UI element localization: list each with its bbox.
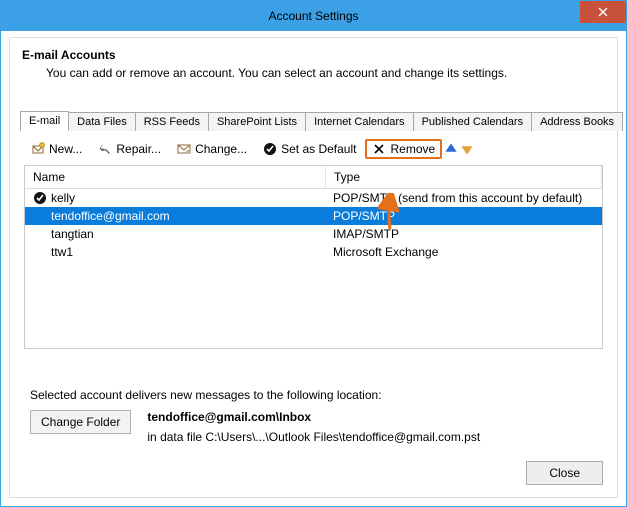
close-icon (598, 7, 608, 17)
remove-button[interactable]: Remove (365, 139, 442, 159)
repair-icon (98, 142, 112, 156)
window-title: Account Settings (268, 9, 358, 23)
column-type[interactable]: Type (326, 166, 602, 188)
section-title: E-mail Accounts (22, 48, 605, 62)
new-button[interactable]: New... (24, 139, 89, 159)
remove-label: Remove (390, 142, 435, 156)
toolbar: New... Repair... Change... Set as Defaul… (20, 131, 607, 165)
account-name: ttw1 (51, 245, 73, 259)
remove-icon (372, 142, 386, 156)
delivery-intro: Selected account delivers new messages t… (30, 388, 597, 402)
new-icon (31, 142, 45, 156)
table-row[interactable]: tendoffice@gmail.com POP/SMTP (25, 207, 602, 225)
set-default-label: Set as Default (281, 142, 356, 156)
tab-address-books[interactable]: Address Books (531, 112, 623, 131)
tab-sharepoint-lists[interactable]: SharePoint Lists (208, 112, 306, 131)
table-row[interactable]: kelly POP/SMTP (send from this account b… (25, 189, 602, 207)
titlebar: Account Settings (1, 1, 626, 31)
tab-internet-calendars[interactable]: Internet Calendars (305, 112, 414, 131)
table-row[interactable]: ttw1 Microsoft Exchange (25, 243, 602, 261)
repair-button[interactable]: Repair... (91, 139, 168, 159)
account-type: POP/SMTP (send from this account by defa… (325, 190, 602, 206)
delivery-path: tendoffice@gmail.com\Inbox (147, 410, 480, 424)
window-close-button[interactable] (580, 1, 626, 23)
account-name: kelly (51, 191, 75, 205)
close-button[interactable]: Close (526, 461, 603, 485)
tab-data-files[interactable]: Data Files (68, 112, 136, 131)
new-label: New... (49, 142, 82, 156)
account-settings-window: Account Settings E-mail Accounts You can… (0, 0, 627, 507)
change-label: Change... (195, 142, 247, 156)
set-default-button[interactable]: Set as Default (256, 139, 363, 159)
tabs-container: E-mail Data Files RSS Feeds SharePoint L… (20, 108, 607, 349)
repair-label: Repair... (116, 142, 161, 156)
delivery-section: Selected account delivers new messages t… (30, 388, 597, 444)
accounts-list: Name Type kelly POP/SMTP (send from this… (24, 165, 603, 349)
column-name[interactable]: Name (25, 166, 326, 188)
move-down-button[interactable] (460, 142, 474, 156)
tab-email[interactable]: E-mail (20, 111, 69, 131)
delivery-file: in data file C:\Users\...\Outlook Files\… (147, 430, 480, 444)
account-name: tangtian (51, 227, 94, 241)
tabstrip: E-mail Data Files RSS Feeds SharePoint L… (20, 108, 607, 131)
move-up-button[interactable] (444, 142, 458, 156)
account-name: tendoffice@gmail.com (51, 209, 170, 223)
change-folder-button[interactable]: Change Folder (30, 410, 131, 434)
tab-published-calendars[interactable]: Published Calendars (413, 112, 533, 131)
default-check-icon (33, 191, 47, 205)
change-button[interactable]: Change... (170, 139, 254, 159)
table-row[interactable]: tangtian IMAP/SMTP (25, 225, 602, 243)
account-type: Microsoft Exchange (325, 244, 602, 260)
account-type: POP/SMTP (325, 208, 602, 224)
section-desc: You can add or remove an account. You ca… (46, 66, 605, 80)
change-icon (177, 142, 191, 156)
tab-rss-feeds[interactable]: RSS Feeds (135, 112, 209, 131)
list-header: Name Type (25, 166, 602, 189)
account-type: IMAP/SMTP (325, 226, 602, 242)
check-circle-icon (263, 142, 277, 156)
dialog-body: E-mail Accounts You can add or remove an… (9, 37, 618, 498)
